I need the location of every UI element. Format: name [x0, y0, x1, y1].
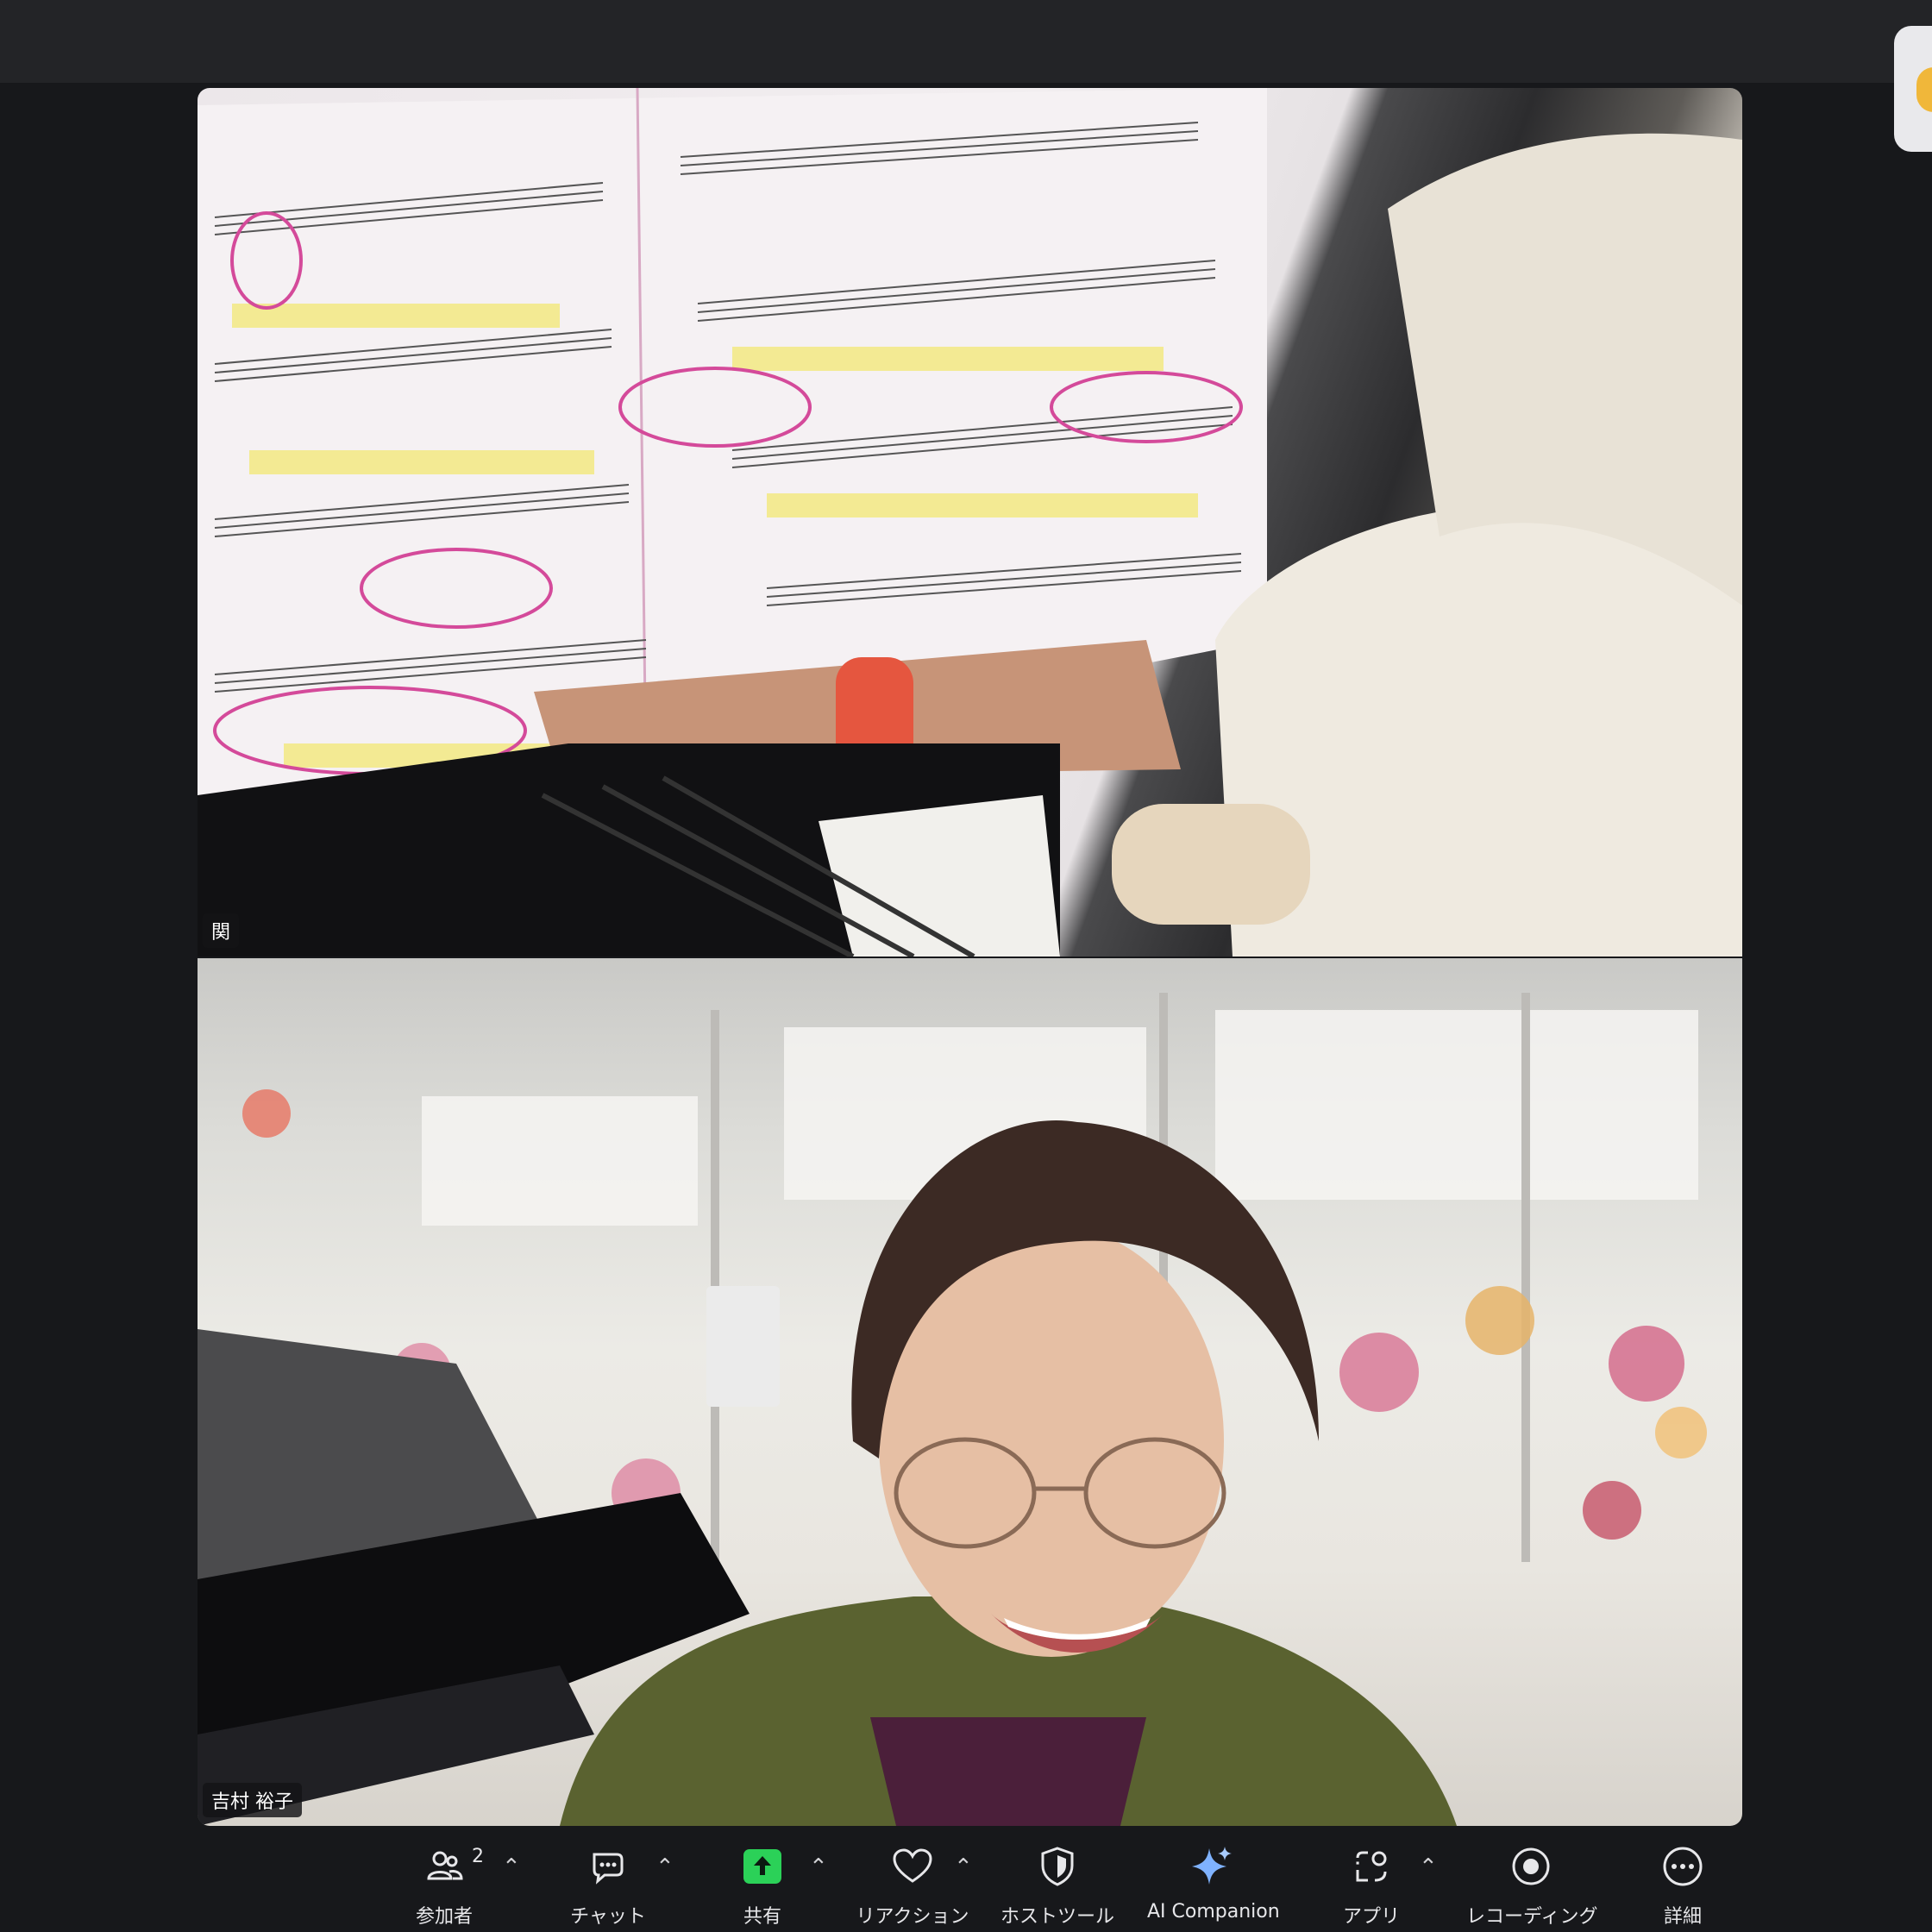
host-tools-button[interactable]: ホストツール — [993, 1842, 1122, 1929]
record-icon — [1512, 1847, 1550, 1885]
participants-caret-icon[interactable]: ⌃ — [502, 1854, 521, 1880]
video-feed-sheet-music — [198, 88, 1742, 957]
share-screen-icon — [743, 1849, 781, 1884]
host-tools-label: ホストツール — [1000, 1906, 1114, 1928]
reaction-caret-icon[interactable]: ⌃ — [954, 1854, 973, 1880]
participant-name-tag: 吉村 裕子 — [203, 1783, 302, 1817]
ai-companion-label: AI Companion — [1147, 1901, 1280, 1923]
apps-icon — [1356, 1851, 1387, 1882]
chat-button[interactable]: チャット — [543, 1842, 673, 1929]
video-feed-teacher — [198, 993, 1707, 1826]
more-label: 詳細 — [1663, 1906, 1702, 1928]
apps-label: アプリ — [1342, 1906, 1400, 1928]
floating-app-panel[interactable] — [1894, 26, 1932, 152]
recording-label: レコーディング — [1466, 1906, 1598, 1928]
ai-companion-button[interactable]: AI Companion — [1147, 1842, 1280, 1923]
more-options-icon — [1663, 1847, 1703, 1886]
apps-button[interactable]: アプリ — [1307, 1842, 1436, 1929]
participants-icon — [427, 1851, 463, 1880]
recording-button[interactable]: レコーディング — [1466, 1842, 1598, 1929]
window-title-bar — [0, 0, 1932, 83]
chat-label: チャット — [570, 1906, 646, 1928]
shield-icon — [1041, 1847, 1074, 1886]
video-tile-participant-1[interactable]: 関 — [198, 88, 1742, 957]
participant-name-tag: 関 — [203, 913, 240, 948]
heart-icon — [893, 1848, 932, 1883]
video-tile-participant-2[interactable]: 吉村 裕子 — [198, 958, 1742, 1826]
reaction-label: リアクション — [856, 1906, 969, 1928]
share-label: 共有 — [743, 1906, 781, 1928]
participants-button[interactable]: 参加者 — [380, 1842, 509, 1929]
share-button[interactable]: 共有 — [698, 1842, 827, 1929]
participants-count: 2 — [472, 1846, 484, 1867]
participants-label: 参加者 — [415, 1906, 473, 1928]
chat-icon — [593, 1853, 624, 1885]
app-avatar-icon — [1916, 67, 1932, 112]
share-caret-icon[interactable]: ⌃ — [809, 1854, 828, 1880]
chat-caret-icon[interactable]: ⌃ — [656, 1854, 674, 1880]
sparkle-icon — [1192, 1847, 1232, 1885]
meeting-toolbar: 参加者 2 ⌃ チャット ⌃ 共有 ⌃ リアクション ⌃ ホストツール AI C… — [0, 1827, 1932, 1932]
apps-caret-icon[interactable]: ⌃ — [1419, 1854, 1438, 1880]
more-button[interactable]: 詳細 — [1618, 1842, 1747, 1929]
